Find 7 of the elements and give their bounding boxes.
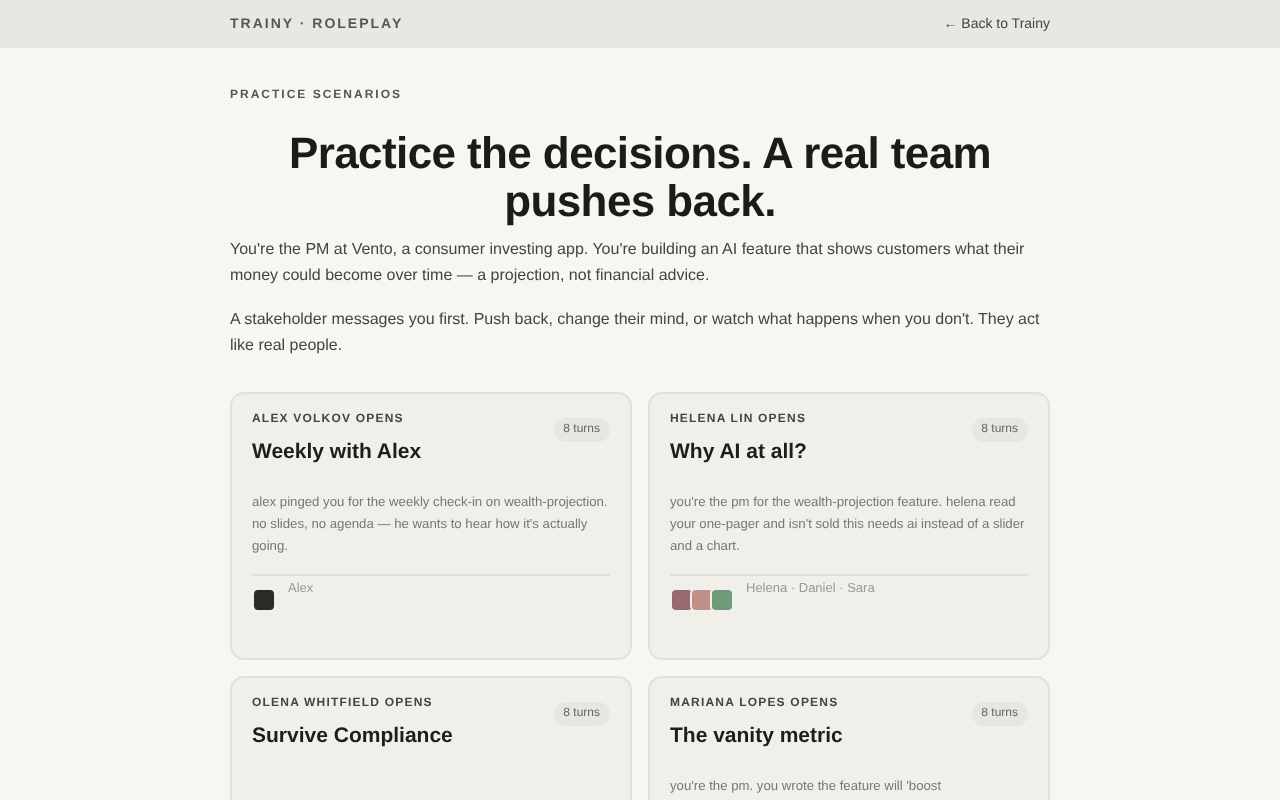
intro-paragraph: You're the PM at Vento, a consumer investing app. You're building an AI feature that shows customers what their money could become over time — a projection, not financial advice.	[230, 238, 1027, 288]
scenario-title: Why AI at all?	[670, 440, 809, 464]
scenario-title: The vanity metric	[670, 724, 845, 748]
scenario-title: Survive Compliance	[252, 724, 455, 748]
headline: Practice the decisions. A real team pushes back.	[286, 130, 994, 226]
scenario-title: Weekly with Alex	[252, 440, 424, 464]
intro-paragraph: A stakeholder messages you first. Push back, change their mind, or watch what happens when you don't. They act like real people.	[230, 308, 1042, 358]
